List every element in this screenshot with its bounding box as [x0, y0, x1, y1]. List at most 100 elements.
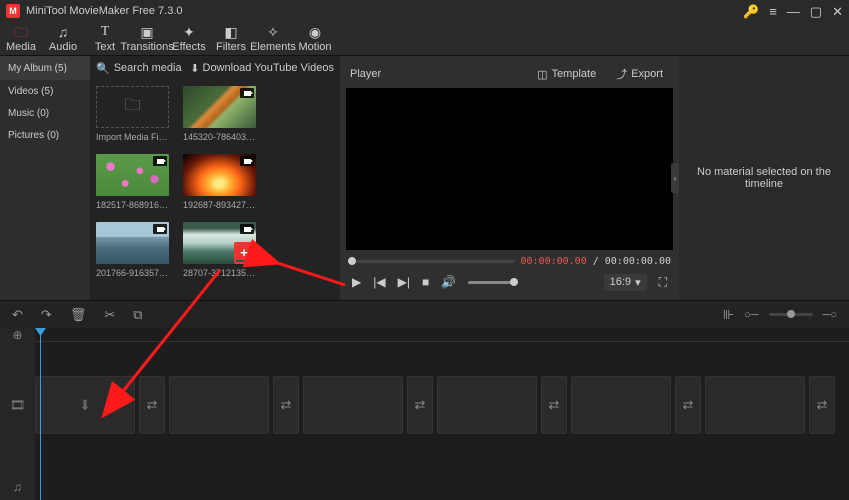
video-track-icon: 🎞 [0, 376, 35, 434]
media-item[interactable]: 201766-916357972... [96, 222, 169, 278]
close-icon[interactable]: ✕ [832, 5, 843, 18]
video-track[interactable]: ⬇ ⇄ ⇄ ⇄ ⇄ ⇄ ⇄ [35, 376, 849, 434]
tool-media[interactable]: 🗀Media [0, 22, 42, 56]
timeline-slot[interactable] [571, 376, 671, 434]
play-button[interactable]: ▶ [352, 275, 361, 289]
timeline-slot[interactable] [705, 376, 805, 434]
video-badge-icon [240, 156, 254, 166]
video-badge-icon [240, 224, 254, 234]
transition-slot[interactable]: ⇄ [273, 376, 299, 434]
transition-icon: ⇄ [147, 397, 158, 413]
search-input[interactable]: 🔍Search media [96, 62, 184, 75]
sidebar-item-pictures[interactable]: Pictures (0) [0, 124, 90, 146]
transition-icon: ⇄ [817, 397, 828, 413]
sidebar-item-music[interactable]: Music (0) [0, 102, 90, 124]
motion-icon: ◉ [309, 25, 321, 39]
sidebar-header[interactable]: My Album (5) [0, 56, 90, 80]
undo-button[interactable]: ↶ [12, 307, 23, 323]
text-icon: T [101, 25, 110, 39]
add-highlight: + [234, 242, 256, 264]
time-total: 00:00:00.00 [605, 256, 671, 267]
transitions-icon: ▣ [140, 25, 153, 39]
transition-slot[interactable]: ⇄ [541, 376, 567, 434]
collapse-handle[interactable]: › [671, 163, 679, 193]
video-badge-icon [240, 88, 254, 98]
app-title: MiniTool MovieMaker Free 7.3.0 [26, 5, 183, 17]
media-item[interactable]: 192687-893427276... [183, 154, 256, 210]
export-icon: ⤴ [616, 66, 627, 82]
volume-icon[interactable]: 🔊 [441, 275, 456, 289]
tool-filters[interactable]: ◧Filters [210, 22, 252, 56]
player-panel: Player ◫Template ⤴Export 00:00:00.00 / 0… [340, 56, 679, 300]
transition-slot[interactable]: ⇄ [809, 376, 835, 434]
drop-icon: ⬇ [79, 397, 91, 414]
template-button[interactable]: ◫Template [531, 63, 602, 85]
folder-icon: 🗀 [14, 25, 28, 39]
search-icon: 🔍 [96, 62, 110, 75]
playhead[interactable] [40, 328, 41, 500]
elements-icon: ✧ [267, 25, 279, 39]
tool-elements[interactable]: ✧Elements [252, 22, 294, 56]
fullscreen-button[interactable]: ⛶ [659, 275, 667, 290]
inspector-panel: › No material selected on the timeline [679, 56, 849, 300]
sidebar: My Album (5) Videos (5) Music (0) Pictur… [0, 56, 90, 300]
media-grid: 🗀 Import Media Files 145320-786403437...… [90, 80, 340, 284]
delete-button[interactable]: 🗑 [70, 307, 87, 323]
timeline-toolbar: ↶ ↷ 🗑 ✂ ⧉ ⊪ ○─ ─○ [0, 300, 849, 328]
sidebar-item-videos[interactable]: Videos (5) [0, 80, 90, 102]
media-item[interactable]: 182517-868916307... [96, 154, 169, 210]
player-viewport[interactable] [346, 88, 673, 250]
next-frame-button[interactable]: ▶| [398, 275, 410, 289]
redo-button[interactable]: ↷ [41, 307, 52, 323]
download-icon: ⬇ [190, 62, 199, 75]
scrubber[interactable] [348, 260, 515, 263]
timeline-slot[interactable] [303, 376, 403, 434]
split-button[interactable]: ✂ [104, 307, 115, 323]
transition-icon: ⇄ [683, 397, 694, 413]
zoom-out-button[interactable]: ○─ [744, 309, 758, 321]
time-current: 00:00:00.00 [521, 256, 587, 267]
media-item[interactable]: + 28707-371213524_t... [183, 222, 256, 278]
export-button[interactable]: ⤴Export [610, 63, 669, 85]
tool-motion[interactable]: ◉Motion [294, 22, 336, 56]
timeline-slot[interactable] [437, 376, 537, 434]
filters-icon: ◧ [224, 25, 237, 39]
volume-slider[interactable] [468, 281, 518, 284]
template-icon: ◫ [537, 68, 547, 81]
download-youtube[interactable]: ⬇Download YouTube Videos [190, 62, 334, 75]
audio-icon: ♫ [58, 25, 69, 39]
tool-audio[interactable]: ♫Audio [42, 22, 84, 56]
crop-button[interactable]: ⧉ [133, 307, 142, 323]
titlebar: M MiniTool MovieMaker Free 7.3.0 🔑 ≡ — ▢… [0, 0, 849, 22]
app-logo: M [6, 4, 20, 18]
tool-effects[interactable]: ✦Effects [168, 22, 210, 56]
stop-button[interactable]: ■ [422, 275, 429, 289]
menu-icon[interactable]: ≡ [769, 5, 777, 18]
transition-icon: ⇄ [415, 397, 426, 413]
tool-transitions[interactable]: ▣Transitions [126, 22, 168, 56]
media-item[interactable]: 145320-786403437... [183, 86, 256, 142]
timeline[interactable]: ⊕ 🎞 ♫ ⬇ ⇄ ⇄ ⇄ ⇄ ⇄ ⇄ [0, 328, 849, 500]
zoom-in-button[interactable]: ─○ [823, 309, 837, 321]
prev-frame-button[interactable]: |◀ [373, 275, 385, 289]
add-track-button[interactable]: ⊕ [0, 328, 35, 342]
import-cell[interactable]: 🗀 Import Media Files [96, 86, 169, 142]
transition-icon: ⇄ [549, 397, 560, 413]
video-badge-icon [153, 156, 167, 166]
add-to-timeline-button[interactable]: + [236, 244, 252, 260]
timeline-slot[interactable]: ⬇ [35, 376, 135, 434]
timeline-ruler[interactable] [35, 328, 849, 342]
transition-slot[interactable]: ⇄ [407, 376, 433, 434]
minimize-icon[interactable]: — [787, 5, 800, 18]
speed-icon[interactable]: ⊪ [723, 307, 734, 323]
transition-slot[interactable]: ⇄ [139, 376, 165, 434]
timeline-slot[interactable] [169, 376, 269, 434]
chevron-down-icon: ▾ [635, 276, 641, 289]
player-title: Player [350, 68, 381, 80]
zoom-slider[interactable] [769, 313, 813, 316]
transition-slot[interactable]: ⇄ [675, 376, 701, 434]
toolbar: 🗀Media ♫Audio TText ▣Transitions ✦Effect… [0, 22, 849, 56]
key-icon[interactable]: 🔑 [743, 5, 759, 18]
maximize-icon[interactable]: ▢ [810, 5, 822, 18]
aspect-ratio-select[interactable]: 16:9▾ [604, 274, 647, 291]
